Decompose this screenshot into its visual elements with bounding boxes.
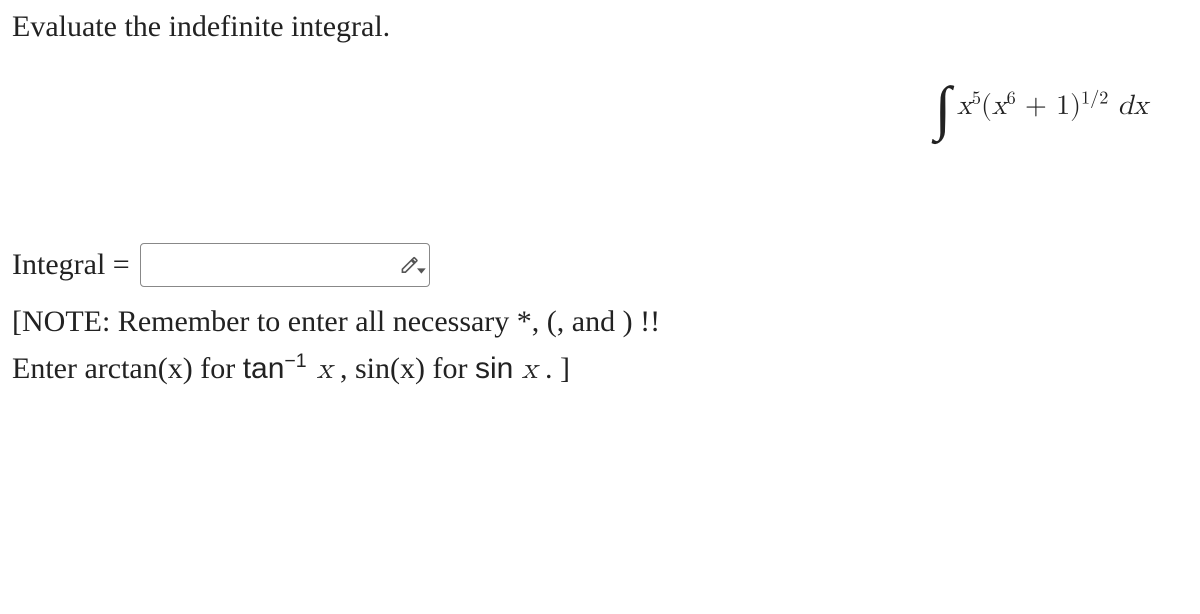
pencil-dropdown-icon[interactable] [400,252,426,278]
note-line-1: [NOTE: Remember to enter all necessary *… [12,299,1188,346]
integral-expression: ∫x5(x6 + 1)1/2 dx [12,74,1188,143]
answer-row: Integral = [12,243,1188,287]
integral-sign: ∫ [935,74,951,143]
integral-answer-input[interactable] [140,243,430,287]
question-prompt: Evaluate the indefinite integral. [12,10,1188,44]
input-note: [NOTE: Remember to enter all necessary *… [12,299,1188,392]
answer-label: Integral = [12,248,130,282]
integrand: x5(x6 + 1)1/2 dx [957,92,1148,120]
note-line-2: Enter arctan(x) for tan−1 x , sin(x) for… [12,346,1188,393]
